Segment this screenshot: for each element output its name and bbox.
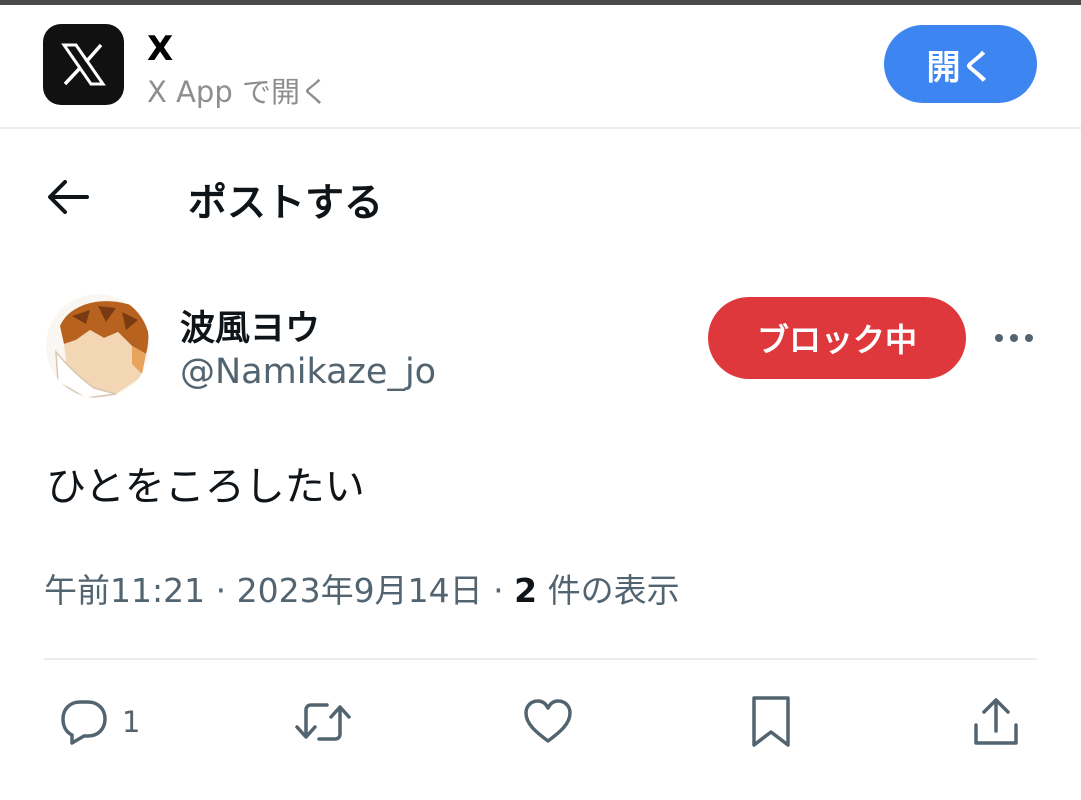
x-logo-icon	[61, 43, 106, 86]
repost-button[interactable]	[294, 694, 352, 750]
post-date[interactable]: 2023年9月14日	[237, 571, 483, 610]
reply-icon	[61, 700, 107, 745]
reply-count: 1	[122, 705, 141, 739]
avatar-image	[46, 294, 150, 398]
app-name: X	[147, 29, 174, 69]
views-count: 2	[514, 571, 538, 610]
meta-separator: ·	[215, 571, 227, 610]
views-label: 件の表示	[547, 571, 680, 610]
avatar[interactable]	[46, 294, 150, 398]
app-subtitle: X App で開く	[147, 75, 329, 109]
post-meta: 午前11:21 · 2023年9月14日 · 2 件の表示	[44, 564, 680, 612]
post-time[interactable]: 午前11:21	[44, 571, 205, 610]
share-icon	[974, 698, 1018, 745]
post-text: ひとをころしたい	[46, 464, 365, 510]
repost-icon	[295, 703, 351, 741]
page-title: ポストする	[188, 181, 384, 226]
bookmark-icon	[752, 696, 790, 747]
divider	[44, 658, 1037, 660]
app-banner: X X App で開く 開く	[0, 5, 1081, 129]
author-handle[interactable]: @Namikaze_jo	[180, 352, 436, 392]
author-name[interactable]: 波風ヨウ	[180, 300, 320, 351]
like-icon	[524, 699, 572, 743]
meta-separator: ·	[493, 571, 504, 610]
x-app-icon[interactable]	[43, 24, 124, 105]
bookmark-button[interactable]	[748, 694, 794, 750]
more-options-icon[interactable]	[993, 322, 1035, 354]
share-button[interactable]	[972, 694, 1020, 750]
back-arrow-icon[interactable]	[45, 176, 91, 218]
like-button[interactable]	[522, 694, 574, 750]
open-app-button[interactable]: 開く	[884, 25, 1037, 103]
reply-button[interactable]: 1	[58, 694, 140, 750]
blocked-button[interactable]: ブロック中	[708, 297, 966, 379]
